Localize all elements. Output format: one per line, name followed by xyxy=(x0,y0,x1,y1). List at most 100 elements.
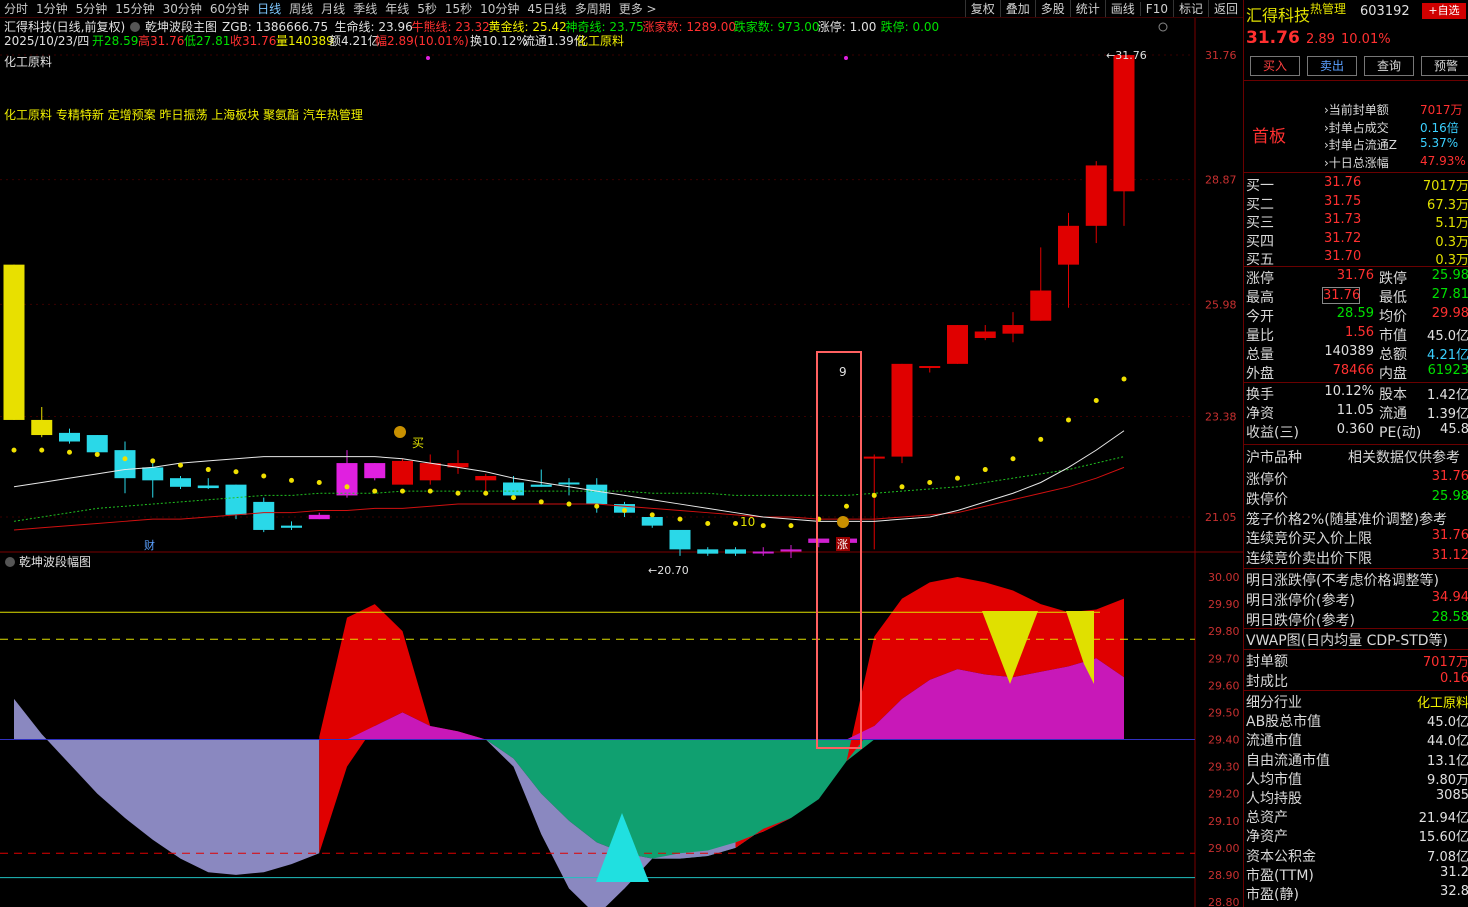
yellow-dot xyxy=(261,473,267,479)
yellow-dot xyxy=(427,488,433,494)
indicator-field: 涨停: 1.00 xyxy=(818,19,877,34)
indicator-field: 跌停: 0.00 xyxy=(881,19,940,34)
period-tab-3[interactable]: 15分钟 xyxy=(111,0,158,17)
ohlc-field: 低27.81 xyxy=(184,34,230,48)
candle-body xyxy=(725,549,746,554)
separator xyxy=(1244,568,1468,569)
indicator-field: 神奇线: 23.75 xyxy=(566,20,644,34)
add-watchlist-button[interactable]: +自选 xyxy=(1422,3,1466,19)
trade-button-1[interactable]: 卖出 xyxy=(1307,56,1357,76)
fin-label: AB股总市值 xyxy=(1246,714,1322,731)
vwap-link[interactable]: VWAP图(日内均量 CDP-STD等) xyxy=(1246,630,1448,650)
period-toolbar: 分时 1分钟 5分钟 15分钟 30分钟 60分钟 日线 周线 月线 季线 年线 5秒 15秒 10分钟 4… xyxy=(0,0,1243,18)
trade-button-0[interactable]: 买入 xyxy=(1250,56,1300,76)
tool-button-7[interactable]: 返回 xyxy=(1207,0,1243,17)
seal-info-label: ›十日总涨幅 xyxy=(1324,155,1389,170)
price-tick-label: 31.76 xyxy=(1205,49,1237,62)
quote-label: 换手 xyxy=(1246,387,1274,403)
yellow-dot xyxy=(927,479,933,485)
quote-value: 1.56 xyxy=(1345,325,1374,340)
period-tab-5[interactable]: 60分钟 xyxy=(206,0,253,17)
tool-button-4[interactable]: 画线 xyxy=(1104,0,1140,17)
candle-body xyxy=(170,478,191,487)
seal-info-value: 5.37% xyxy=(1420,136,1459,150)
candle-body xyxy=(697,549,719,554)
price-tick-label: 21.05 xyxy=(1205,511,1237,524)
period-tab-2[interactable]: 5分钟 xyxy=(72,0,112,17)
period-tab-10[interactable]: 年线 xyxy=(381,0,413,17)
bid-price: 31.75 xyxy=(1324,193,1362,209)
trade-button-3[interactable]: 预警 xyxy=(1421,56,1468,76)
yellow-dot xyxy=(788,523,794,529)
yellow-dot xyxy=(733,520,738,526)
period-tab-0[interactable]: 分时 xyxy=(0,0,32,17)
main-title: 汇得科技(日线,前复权) xyxy=(4,19,125,34)
chart-settings-icon xyxy=(1158,22,1168,32)
period-tab-11[interactable]: 5秒 xyxy=(413,0,441,17)
tool-button-2[interactable]: 多股 xyxy=(1034,0,1070,17)
quote-label: 量比 xyxy=(1246,328,1274,344)
bid-label: 买一 xyxy=(1246,178,1274,194)
yellow-dot xyxy=(677,516,683,522)
yellow-dot xyxy=(233,469,239,475)
fin-value: 7.08亿 xyxy=(1427,849,1468,865)
period-tab-9[interactable]: 季线 xyxy=(349,0,381,17)
tool-button-3[interactable]: 统计 xyxy=(1069,0,1105,17)
auction-value: 31.12 xyxy=(1431,547,1468,563)
quote-value: 45.0亿 xyxy=(1427,329,1468,344)
period-tab-15[interactable]: 多周期 xyxy=(571,0,615,17)
stock-code: 603192 xyxy=(1360,4,1410,19)
yellow-dot xyxy=(372,488,378,494)
yellow-dot xyxy=(1121,376,1127,382)
yellow-dot xyxy=(511,495,516,501)
hot-tag: 热管理 xyxy=(1310,2,1347,16)
ohlc-field: 换10.12% xyxy=(470,34,528,48)
tool-button-0[interactable]: 复权 xyxy=(964,0,1000,17)
period-tab-1[interactable]: 1分钟 xyxy=(32,0,72,17)
fin-label: 市盈(TTM) xyxy=(1246,867,1314,884)
quote-label: 净资 xyxy=(1246,406,1274,422)
period-tab-4[interactable]: 30分钟 xyxy=(159,0,206,17)
separator xyxy=(1244,266,1468,267)
separator xyxy=(1244,172,1468,173)
tool-button-1[interactable]: 叠加 xyxy=(999,0,1035,17)
period-tab-12[interactable]: 15秒 xyxy=(441,0,476,17)
indicator-field: 涨家数: 1289.00 xyxy=(643,19,736,34)
candle-body xyxy=(947,325,968,364)
tool-button-6[interactable]: 标记 xyxy=(1172,0,1208,17)
period-tab-6[interactable]: 日线 xyxy=(253,0,285,17)
yellow-dot xyxy=(483,490,489,496)
yellow-dot xyxy=(1038,436,1044,442)
yellow-dot xyxy=(289,477,294,483)
period-tab-14[interactable]: 45日线 xyxy=(523,0,570,17)
sub-tick-label: 29.00 xyxy=(1208,842,1240,855)
limit-label: 跌停价 xyxy=(1246,491,1288,508)
period-tab-13[interactable]: 10分钟 xyxy=(476,0,523,17)
candle-body xyxy=(752,551,774,554)
tool-button-5[interactable]: F10 xyxy=(1139,1,1173,16)
trade-button-2[interactable]: 查询 xyxy=(1364,56,1414,76)
collapse-icon xyxy=(130,22,140,32)
quote-label: 外盘 xyxy=(1246,366,1274,382)
current-price: 31.76 xyxy=(1246,28,1300,48)
yellow-dot xyxy=(400,488,405,494)
price-tick-label: 28.87 xyxy=(1205,174,1237,187)
sub-tick-label: 30.00 xyxy=(1208,571,1240,584)
period-tab-8[interactable]: 月线 xyxy=(317,0,349,17)
fin-label: 资本公积金 xyxy=(1246,848,1316,865)
period-tab-16[interactable]: 更多 > xyxy=(615,0,661,17)
candle-body xyxy=(364,463,386,479)
tomorrow-value: 28.58 xyxy=(1431,609,1468,625)
sub-tick-label: 28.90 xyxy=(1208,869,1240,882)
candle-body xyxy=(142,467,164,481)
bid-volume: 0.3万 xyxy=(1435,234,1468,250)
fin-value: 21.94亿 xyxy=(1418,811,1468,827)
bid-price: 31.73 xyxy=(1324,212,1362,227)
candle-body xyxy=(225,484,247,515)
candle-body xyxy=(1085,165,1107,226)
market-section-title: 沪市品种 xyxy=(1246,450,1302,466)
main-chart[interactable]: 31.76 28.87 25.98 23.38 21.05 汇得科技(日线,前复权) 乾坤波… xyxy=(0,18,1243,907)
period-tab-7[interactable]: 周线 xyxy=(285,0,317,17)
tomorrow-label: 明日跌停价(参考) xyxy=(1246,612,1355,629)
sub-tick-label: 29.50 xyxy=(1208,706,1240,719)
